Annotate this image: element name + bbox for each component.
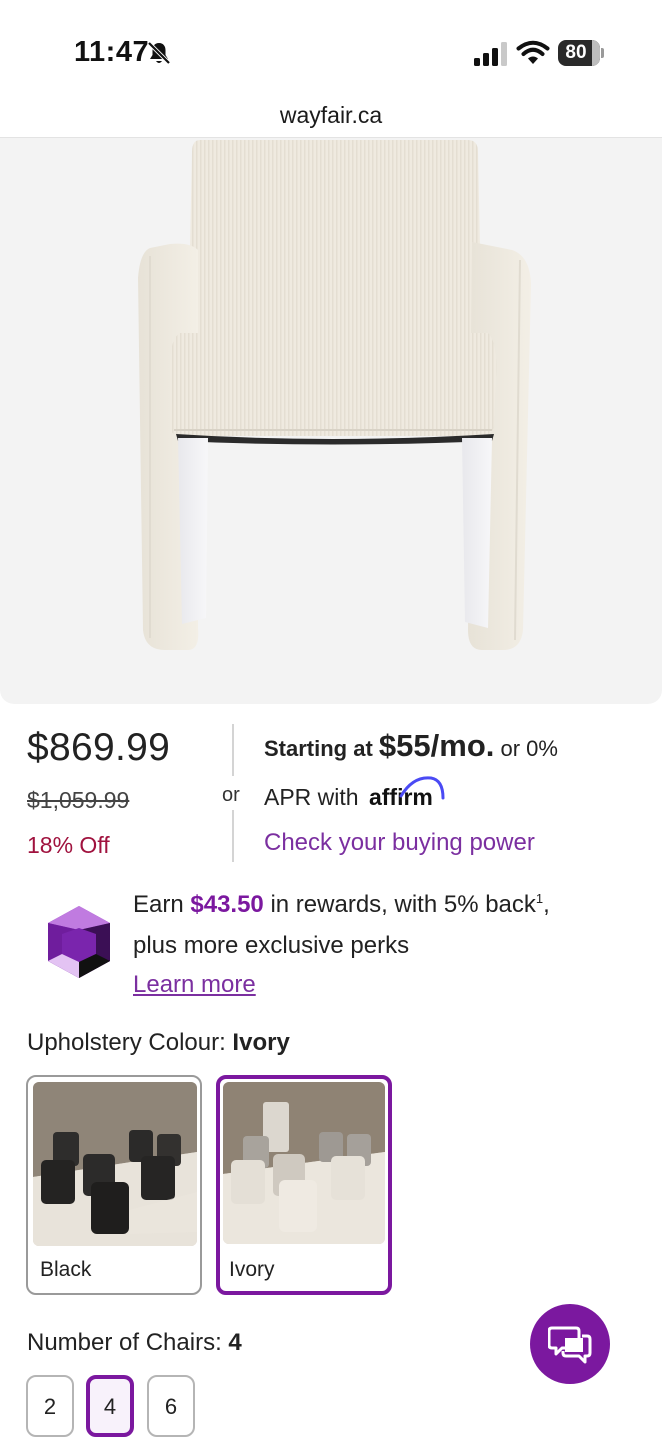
learn-more-link[interactable]: Learn more: [133, 971, 256, 999]
price: $869.99: [27, 726, 171, 769]
product-image-gallery[interactable]: [0, 138, 662, 704]
chat-button[interactable]: [530, 1304, 610, 1384]
financing-apr-prefix: or 0%: [500, 736, 558, 761]
or-separator: or: [222, 784, 240, 806]
affirm-logo: affirm: [369, 776, 445, 811]
chairs-option-2[interactable]: 2: [26, 1375, 74, 1437]
swatch-black-label: Black: [40, 1258, 92, 1281]
swatch-ivory[interactable]: Ivory: [216, 1075, 392, 1295]
chairs-selected: 4: [228, 1329, 242, 1356]
gem-icon: [48, 906, 110, 978]
chairs-label-text: Number of Chairs:: [27, 1329, 222, 1356]
chat-icon: [548, 1326, 592, 1364]
financing-apr-suffix: APR with: [264, 784, 359, 810]
wifi-icon: [516, 40, 550, 64]
product-image: [138, 140, 531, 650]
divider: [232, 724, 234, 776]
swatch-ivory-image: [223, 1082, 385, 1244]
swatch-ivory-label: Ivory: [229, 1258, 275, 1281]
original-price: $1,059.99: [27, 787, 130, 813]
swatch-black-image: [33, 1082, 197, 1246]
discount-badge: 18% Off: [27, 832, 110, 858]
chairs-label: Number of Chairs: 4: [27, 1329, 242, 1357]
chairs-option-6[interactable]: 6: [147, 1375, 195, 1437]
rewards-amount: $43.50: [190, 891, 264, 918]
rewards-text: Earn $43.50 in rewards, with 5% back1,: [133, 891, 550, 919]
rewards-perks-text: plus more exclusive perks: [133, 932, 410, 959]
url-bar[interactable]: wayfair.ca: [0, 92, 662, 138]
chairs-option-4[interactable]: 4: [86, 1375, 134, 1437]
divider: [232, 810, 234, 862]
status-bar: 11:47 80: [0, 0, 662, 100]
bell-muted-icon: [147, 41, 171, 65]
swatch-black[interactable]: Black: [26, 1075, 202, 1295]
upholstery-selected: Ivory: [232, 1029, 290, 1056]
rewards-suffix: in rewards, with 5% back: [270, 891, 536, 918]
rewards-prefix: Earn: [133, 891, 184, 918]
check-buying-power-link[interactable]: Check your buying power: [264, 829, 535, 857]
battery-icon: 80: [558, 40, 604, 66]
signal-icon: [474, 42, 507, 66]
financing-offer: Starting at $55/mo. or 0%: [264, 728, 558, 764]
upholstery-label-text: Upholstery Colour:: [27, 1029, 226, 1056]
upholstery-label: Upholstery Colour: Ivory: [27, 1029, 290, 1057]
status-time: 11:47: [74, 36, 150, 68]
battery-level: 80: [565, 42, 587, 63]
rewards-comma: ,: [543, 891, 550, 918]
financing-provider-line: APR with affirm: [264, 776, 445, 811]
financing-monthly-amount: $55/mo.: [378, 728, 495, 763]
affirm-arc-icon: [399, 776, 445, 800]
financing-starting-label: Starting at: [264, 736, 373, 761]
